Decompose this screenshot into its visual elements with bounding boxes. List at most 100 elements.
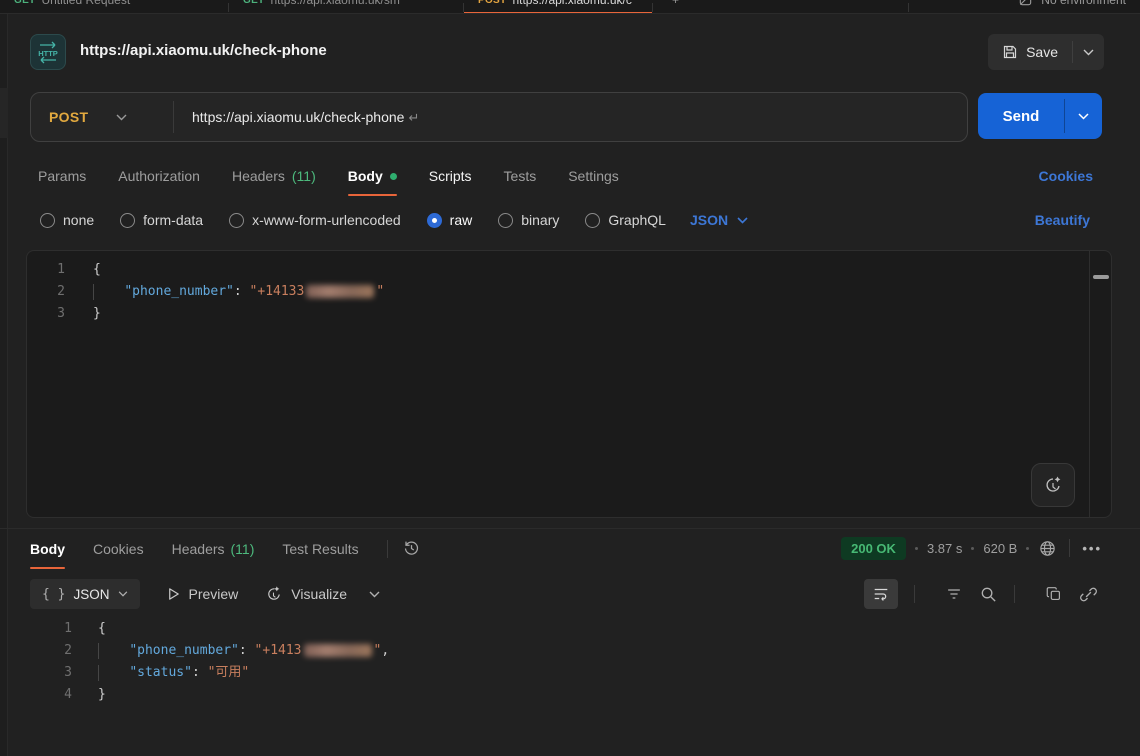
url-text: https://api.xiaomu.uk/check-phone <box>192 109 404 125</box>
chevron-down-icon <box>1078 113 1089 120</box>
tab-authorization[interactable]: Authorization <box>118 156 200 196</box>
chevron-down-icon <box>737 217 748 224</box>
response-body-code: 1{2 "phone_number": "+1413",3 "status": … <box>26 618 1112 706</box>
save-button-group: Save <box>988 34 1104 70</box>
radio-graphql[interactable]: GraphQL <box>585 212 666 228</box>
visualize-button[interactable]: Visualize <box>264 585 347 604</box>
tab-settings[interactable]: Settings <box>568 156 619 196</box>
search-button[interactable] <box>979 585 998 604</box>
response-body-viewer: 1{2 "phone_number": "+1413",3 "status": … <box>26 618 1112 706</box>
save-label: Save <box>1026 44 1058 60</box>
environment-selector[interactable]: No environment <box>1018 0 1126 14</box>
tab-headers[interactable]: Headers(11) <box>232 156 316 196</box>
url-input[interactable]: https://api.xiaomu.uk/check-phone ↵ <box>174 109 967 126</box>
code-line: 1{ <box>27 259 1089 281</box>
response-size: 620 B <box>983 541 1017 556</box>
wrap-text-icon <box>872 585 890 603</box>
line-number: 1 <box>26 618 84 640</box>
line-number: 2 <box>26 640 84 662</box>
chevron-down-icon <box>118 591 128 597</box>
workspace-tab-active[interactable]: POST https://api.xiaomu.uk/c <box>464 0 652 14</box>
code-content: "phone_number": "+14133" <box>79 281 384 303</box>
code-content: { <box>84 618 106 640</box>
response-tab-cookies[interactable]: Cookies <box>93 529 144 569</box>
more-options-button[interactable]: ••• <box>1082 541 1102 556</box>
dot-separator <box>915 547 918 550</box>
divider <box>387 540 388 558</box>
response-format-dropdown[interactable]: { } JSON <box>30 579 140 609</box>
workspace-tab[interactable]: GET https://api.xiaomu.uk/sm <box>229 0 463 14</box>
search-icon <box>979 585 998 604</box>
tab-body[interactable]: Body <box>348 156 397 196</box>
tab-scripts[interactable]: Scripts <box>429 156 472 196</box>
editor-scrollbar-thumb[interactable] <box>1093 275 1109 279</box>
line-number: 3 <box>26 662 84 684</box>
body-type-options: none form-data x-www-form-urlencoded raw… <box>0 202 1140 238</box>
status-badge: 200 OK <box>841 537 906 560</box>
send-button[interactable]: Send <box>978 93 1064 139</box>
postbot-button[interactable] <box>1031 463 1075 507</box>
format-label: JSON <box>690 212 728 228</box>
radio-binary[interactable]: binary <box>498 212 559 228</box>
url-box: POST https://api.xiaomu.uk/check-phone ↵ <box>30 92 968 142</box>
request-url-row: POST https://api.xiaomu.uk/check-phone↵ … <box>0 90 1140 146</box>
code-content: "status": "可用" <box>84 662 249 684</box>
code-content: { <box>79 259 101 281</box>
response-history-button[interactable] <box>402 539 421 558</box>
filter-icon <box>945 585 963 603</box>
code-line: 3 "status": "可用" <box>26 662 1112 684</box>
headers-count: (11) <box>292 168 316 184</box>
response-tab-headers[interactable]: Headers(11) <box>172 529 255 569</box>
sparkle-ai-icon <box>1042 474 1064 496</box>
save-options-button[interactable] <box>1073 34 1104 70</box>
response-tab-test-results[interactable]: Test Results <box>282 529 358 569</box>
chevron-down-icon <box>369 591 380 598</box>
preview-button[interactable]: Preview <box>166 586 239 602</box>
line-number: 3 <box>27 303 79 325</box>
code-line: 2 "phone_number": "+1413", <box>26 640 1112 662</box>
divider <box>1014 585 1015 603</box>
code-line: 1{ <box>26 618 1112 640</box>
request-header: HTTP https://api.xiaomu.uk/check-phone S… <box>0 14 1140 90</box>
new-tab-button[interactable]: + <box>672 0 679 14</box>
workspace-tab[interactable]: GET Untitled Request <box>0 0 228 14</box>
workspace-tab-content: GET Untitled Request <box>14 0 228 7</box>
cookies-link[interactable]: Cookies <box>1039 156 1093 196</box>
method-dropdown[interactable]: POST <box>31 109 173 125</box>
copy-button[interactable] <box>1045 585 1063 603</box>
radio-icon <box>427 213 442 228</box>
link-button[interactable] <box>1079 585 1098 604</box>
visualize-options-button[interactable] <box>369 591 380 598</box>
response-tab-body[interactable]: Body <box>30 529 65 569</box>
globe-icon <box>1038 539 1057 558</box>
headers-count: (11) <box>231 541 255 557</box>
clock-history-icon <box>402 539 421 558</box>
svg-text:HTTP: HTTP <box>38 49 58 58</box>
tab-tests[interactable]: Tests <box>504 156 537 196</box>
request-body-code[interactable]: 1{2 "phone_number": "+14133"3} <box>27 251 1089 517</box>
radio-raw[interactable]: raw <box>427 212 473 228</box>
send-options-button[interactable] <box>1065 93 1102 139</box>
chevron-down-icon <box>1083 49 1094 56</box>
beautify-link[interactable]: Beautify <box>1035 202 1090 238</box>
editor-scrollbar-track[interactable] <box>1089 251 1111 517</box>
radio-none[interactable]: none <box>40 212 94 228</box>
dot-separator <box>971 547 974 550</box>
code-line: 4} <box>26 684 1112 706</box>
filter-button[interactable] <box>945 585 963 603</box>
response-meta: 200 OK 3.87 s 620 B ••• <box>841 528 1102 568</box>
radio-icon <box>585 213 600 228</box>
format-dropdown[interactable]: JSON <box>690 212 748 228</box>
line-number: 4 <box>26 684 84 706</box>
request-body-editor[interactable]: 1{2 "phone_number": "+14133"3} <box>26 250 1112 518</box>
network-info-button[interactable] <box>1038 539 1057 558</box>
save-button[interactable]: Save <box>988 34 1072 70</box>
app-window: GET Untitled Request GET https://api.xia… <box>0 0 1140 756</box>
radio-form-data[interactable]: form-data <box>120 212 203 228</box>
tab-divider <box>908 3 909 12</box>
tab-params[interactable]: Params <box>38 156 86 196</box>
enter-hint: ↵ <box>408 110 419 125</box>
wrap-text-button[interactable] <box>864 579 898 609</box>
tab-method-badge: GET <box>243 0 264 6</box>
radio-x-www-form-urlencoded[interactable]: x-www-form-urlencoded <box>229 212 401 228</box>
